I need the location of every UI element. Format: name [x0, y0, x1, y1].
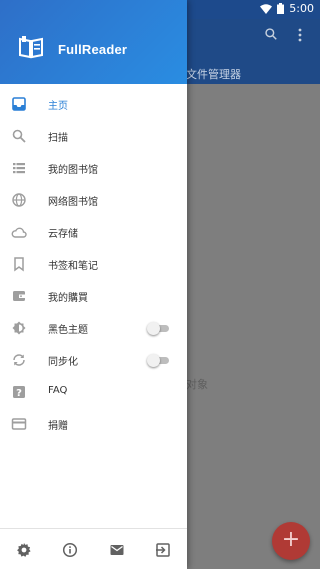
sync-icon [13, 354, 25, 366]
help-icon: ? [13, 386, 25, 399]
menu-item-bookmarks-notes[interactable]: 书签和笔记 [0, 248, 187, 280]
drawer-menu: 主页 扫描 我的图书馆 网络图书馆 云存储 书签和笔记 我的購買 黑色主题 同步… [0, 88, 187, 440]
menu-item-home[interactable]: 主页 [0, 88, 187, 120]
menu-item-purchases[interactable]: 我的購買 [0, 280, 187, 312]
drawer-header: FullReader [0, 0, 187, 84]
settings-icon[interactable] [16, 542, 32, 558]
menu-item-label: 我的購買 [48, 293, 88, 304]
drawer-bottom-bar [0, 528, 187, 569]
inbox-icon [12, 97, 26, 111]
exit-icon[interactable] [155, 542, 171, 558]
globe-icon [12, 193, 26, 207]
book-logo-icon [19, 36, 43, 59]
menu-item-label: 捐赠 [48, 421, 68, 432]
menu-item-my-library[interactable]: 我的图书馆 [0, 152, 187, 184]
menu-item-faq[interactable]: ? FAQ [0, 376, 187, 408]
menu-item-label: 主页 [48, 101, 68, 112]
navigation-drawer: FullReader 主页 扫描 我的图书馆 网络图书馆 云存储 书签和笔记 我… [0, 0, 187, 569]
menu-item-label: 我的图书馆 [48, 165, 98, 176]
menu-item-label: 网络图书馆 [48, 197, 98, 208]
wallet-icon [13, 291, 25, 301]
menu-item-label: 黑色主题 [48, 325, 88, 336]
toolbar-search-icon[interactable] [264, 27, 278, 41]
card-icon [11, 418, 27, 430]
app-title: FullReader [58, 42, 128, 57]
menu-item-label: 扫描 [48, 133, 68, 144]
list-icon [13, 163, 25, 174]
battery-icon [277, 3, 285, 14]
status-time: 5:00 [289, 2, 314, 15]
dark-theme-toggle[interactable] [147, 322, 169, 335]
cloud-icon [11, 227, 27, 238]
menu-item-scan[interactable]: 扫描 [0, 120, 187, 152]
search-icon [12, 129, 26, 143]
menu-item-label: 云存储 [48, 229, 78, 240]
menu-item-network-library[interactable]: 网络图书馆 [0, 184, 187, 216]
svg-text:?: ? [16, 388, 22, 399]
theme-icon [12, 321, 26, 335]
tab-file-manager[interactable]: 文件管理器 [186, 66, 241, 82]
menu-item-dark-theme[interactable]: 黑色主题 [0, 312, 187, 344]
menu-item-label: 同步化 [48, 357, 78, 368]
menu-item-label: 书签和笔记 [48, 261, 98, 272]
add-fab-button[interactable]: + [272, 522, 310, 560]
menu-item-cloud-storage[interactable]: 云存储 [0, 216, 187, 248]
mail-icon[interactable] [109, 542, 125, 558]
empty-state-text: 对象 [186, 378, 208, 391]
menu-item-donate[interactable]: 捐赠 [0, 408, 187, 440]
sync-toggle[interactable] [147, 354, 169, 367]
toolbar-more-icon[interactable] [298, 28, 302, 42]
wifi-icon [260, 3, 273, 14]
menu-item-label: FAQ [48, 385, 68, 396]
bookmark-icon [14, 257, 24, 272]
menu-item-sync[interactable]: 同步化 [0, 344, 187, 376]
info-icon[interactable] [62, 542, 78, 558]
